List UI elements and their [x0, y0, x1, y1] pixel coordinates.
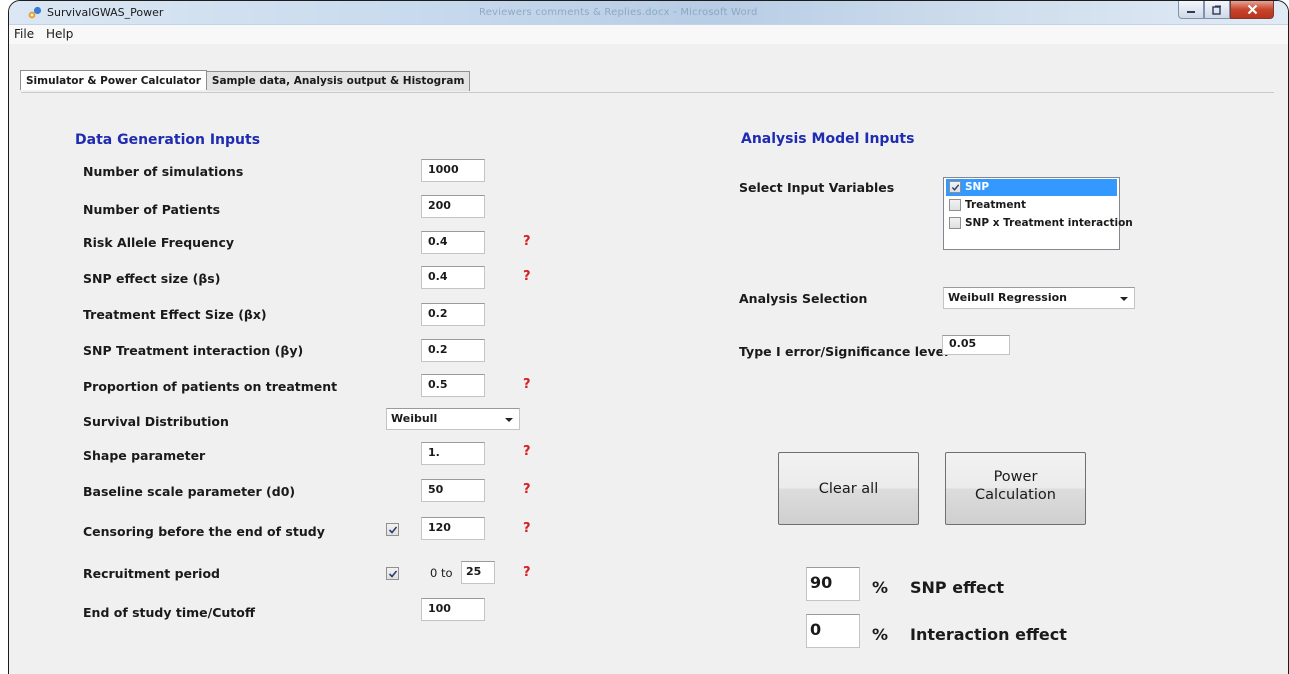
input-variables-listbox[interactable]: SNP Treatment SNP x Treatment interactio… — [943, 177, 1133, 250]
clear-all-label: Clear all — [818, 481, 879, 497]
restore-button[interactable] — [1204, 1, 1230, 19]
snp-effect-label: SNP effect — [910, 578, 1005, 597]
baseline-scale-label: Baseline scale parameter (d0) — [83, 484, 296, 499]
variable-treatment-label: Treatment — [965, 199, 1026, 211]
analysis-selection-value: Weibull Regression — [948, 291, 1067, 304]
minimize-icon — [1187, 10, 1195, 13]
significance-level-label: Type I error/Significance level — [739, 344, 949, 359]
snp-treatment-interaction-label: SNP Treatment interaction (βy) — [83, 343, 304, 358]
variable-snp-checkbox[interactable] — [949, 181, 961, 193]
close-icon — [1247, 4, 1257, 15]
shape-parameter-label: Shape parameter — [83, 448, 206, 463]
recruitment-period-label: Recruitment period — [83, 566, 220, 581]
checkmark-icon — [388, 526, 398, 534]
snp-effect-help-icon[interactable]: ? — [523, 269, 531, 284]
treatment-effect-label: Treatment Effect Size (βx) — [83, 307, 267, 322]
snp-treatment-interaction-input[interactable]: 0.2 — [421, 339, 485, 362]
end-of-study-input[interactable]: 100 — [421, 598, 485, 621]
interaction-power-output: 0 — [806, 614, 860, 648]
select-input-variables-label: Select Input Variables — [739, 180, 895, 195]
end-of-study-label: End of study time/Cutoff — [83, 605, 255, 620]
treatment-effect-input[interactable]: 0.2 — [421, 303, 485, 326]
analysis-selection-label: Analysis Selection — [739, 291, 868, 306]
menu-file[interactable]: File — [14, 27, 34, 41]
chevron-down-icon — [505, 418, 513, 422]
censoring-input[interactable]: 120 — [421, 517, 485, 540]
raf-help-icon[interactable]: ? — [523, 234, 531, 249]
snp-effect-label: SNP effect size (βs) — [83, 271, 221, 286]
clear-all-button[interactable]: Clear all — [778, 452, 919, 525]
variable-treatment-item[interactable]: Treatment — [946, 197, 1117, 214]
checkmark-icon — [951, 184, 960, 191]
variable-interaction-checkbox[interactable] — [949, 217, 961, 229]
interaction-effect-label: Interaction effect — [910, 625, 1067, 644]
recruitment-help-icon[interactable]: ? — [523, 565, 531, 580]
chevron-down-icon — [1120, 297, 1128, 301]
data-generation-title: Data Generation Inputs — [75, 132, 261, 148]
shape-parameter-input[interactable]: 1. — [421, 442, 485, 465]
variable-treatment-checkbox[interactable] — [949, 199, 961, 211]
risk-allele-frequency-input[interactable]: 0.4 — [421, 231, 485, 254]
restore-icon — [1212, 5, 1221, 15]
variable-interaction-label: SNP x Treatment interaction — [965, 217, 1133, 229]
proportion-treatment-input[interactable]: 0.5 — [421, 374, 485, 397]
variable-snp-label: SNP — [965, 181, 990, 193]
minimize-button[interactable] — [1178, 1, 1204, 19]
tab-pane-border — [21, 92, 1274, 93]
baseline-help-icon[interactable]: ? — [523, 482, 531, 497]
variable-interaction-item[interactable]: SNP x Treatment interaction — [946, 215, 1133, 232]
snp-power-output: 90 — [806, 567, 860, 601]
recruitment-period-input[interactable]: 25 — [461, 561, 495, 584]
censoring-label: Censoring before the end of study — [83, 524, 325, 539]
survival-distribution-value: Weibull — [391, 412, 438, 425]
recruitment-from-label: 0 to — [430, 566, 453, 580]
interaction-power-percent: % — [872, 625, 889, 644]
analysis-selection-select[interactable]: Weibull Regression — [943, 287, 1135, 309]
baseline-scale-input[interactable]: 50 — [421, 479, 485, 502]
num-patients-input[interactable]: 200 — [421, 195, 485, 218]
survival-distribution-label: Survival Distribution — [83, 414, 229, 429]
survival-distribution-select[interactable]: Weibull — [386, 408, 520, 430]
snp-effect-input[interactable]: 0.4 — [421, 266, 485, 289]
censoring-help-icon[interactable]: ? — [523, 521, 531, 536]
recruitment-checkbox[interactable] — [386, 567, 399, 580]
proportion-treatment-label: Proportion of patients on treatment — [83, 379, 338, 394]
risk-allele-frequency-label: Risk Allele Frequency — [83, 235, 235, 250]
tab-simulator[interactable]: Simulator & Power Calculator — [20, 70, 207, 90]
title-bar: SurvivalGWAS_Power Reviewers comments & … — [9, 1, 1288, 25]
app-icon — [28, 6, 42, 19]
num-simulations-input[interactable]: 1000 — [421, 159, 485, 182]
window-title: SurvivalGWAS_Power — [47, 6, 164, 19]
power-calculation-button[interactable]: Power Calculation — [945, 452, 1086, 525]
analysis-model-title: Analysis Model Inputs — [741, 131, 915, 147]
power-calculation-label-line2: Calculation — [975, 487, 1056, 503]
tab-strip: Simulator & Power Calculator Sample data… — [20, 70, 471, 91]
menu-help[interactable]: Help — [46, 27, 73, 41]
checkmark-icon — [388, 570, 398, 578]
app-window: SurvivalGWAS_Power Reviewers comments & … — [8, 0, 1289, 674]
censoring-checkbox[interactable] — [386, 523, 399, 536]
proportion-help-icon[interactable]: ? — [523, 377, 531, 392]
variable-snp-item[interactable]: SNP — [946, 179, 1117, 196]
snp-power-percent: % — [872, 578, 889, 597]
background-window-title: Reviewers comments & Replies.docx - Micr… — [479, 7, 758, 18]
num-simulations-label: Number of simulations — [83, 164, 244, 179]
tab-sample-data[interactable]: Sample data, Analysis output & Histogram — [206, 71, 471, 91]
num-patients-label: Number of Patients — [83, 202, 221, 217]
significance-level-input[interactable]: 0.05 — [942, 335, 1010, 355]
menu-bar: File Help — [9, 25, 1288, 44]
power-calculation-label-line1: Power — [993, 469, 1038, 485]
close-button[interactable] — [1230, 1, 1274, 19]
shape-help-icon[interactable]: ? — [523, 444, 531, 459]
